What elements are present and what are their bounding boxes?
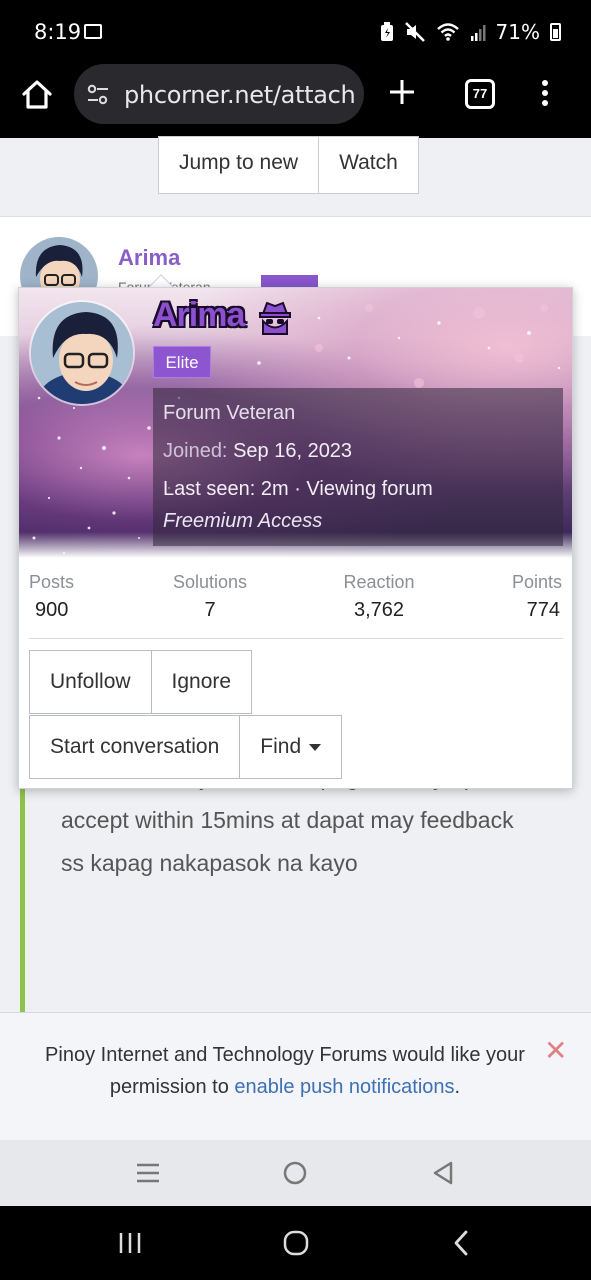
stat-label: Posts bbox=[29, 572, 75, 592]
more-menu-icon[interactable] bbox=[542, 76, 548, 110]
stat-value: 7 bbox=[204, 599, 216, 621]
joined-date: Sep 16, 2023 bbox=[233, 440, 353, 462]
stat-value: 3,762 bbox=[353, 599, 405, 621]
signal-icon bbox=[470, 25, 486, 41]
tabs-icon[interactable]: 77 bbox=[465, 79, 495, 109]
address-bar[interactable]: phcorner.net/attachr bbox=[74, 64, 364, 124]
contact-actions: Start conversation Find bbox=[29, 715, 343, 779]
joined-row: Joined: Sep 16, 2023 bbox=[163, 440, 352, 463]
stat-label: Solutions bbox=[172, 572, 248, 592]
incognito-icon bbox=[259, 301, 291, 335]
wifi-icon bbox=[436, 23, 459, 41]
image-icon bbox=[84, 24, 102, 39]
member-info-box: Forum Veteran Joined: Sep 16, 2023 Last … bbox=[153, 388, 563, 546]
member-card: Arima Elite Forum Veteran Joined: Sep 16… bbox=[18, 287, 573, 789]
member-avatar[interactable] bbox=[29, 300, 135, 406]
battery-percent: 71% bbox=[495, 20, 540, 44]
last-seen-label: Last seen: bbox=[163, 478, 256, 500]
ignore-button[interactable]: Ignore bbox=[151, 650, 253, 714]
chevron-down-icon bbox=[309, 743, 322, 751]
close-icon[interactable]: ✕ bbox=[544, 1037, 567, 1065]
screen: 8:19 71% phcorner.net/attachr 77 Jump to… bbox=[0, 0, 591, 1280]
profile-banner: Arima Elite Forum Veteran Joined: Sep 16… bbox=[19, 288, 572, 558]
member-title: Forum Veteran bbox=[163, 402, 296, 424]
site-settings-icon[interactable] bbox=[86, 84, 110, 106]
watch-button[interactable]: Watch bbox=[318, 137, 418, 193]
post-author-name[interactable]: Arima bbox=[118, 245, 180, 271]
stat-label: Points bbox=[511, 572, 562, 592]
home-button-icon[interactable] bbox=[283, 1230, 309, 1256]
notice-text-after: . bbox=[454, 1076, 461, 1098]
unfollow-button[interactable]: Unfollow bbox=[29, 650, 152, 714]
follow-actions: Unfollow Ignore bbox=[29, 650, 253, 714]
jump-to-new-button[interactable]: Jump to new bbox=[159, 137, 318, 193]
back-triangle-icon[interactable] bbox=[432, 1161, 454, 1185]
hamburger-menu-icon[interactable] bbox=[136, 1162, 160, 1184]
member-stats: Posts 900 Solutions 7 Reaction 3,762 Poi… bbox=[19, 572, 572, 634]
browser-toolbar: phcorner.net/attachr 77 bbox=[0, 62, 591, 138]
stat-value: 774 bbox=[526, 599, 560, 621]
stat-solutions[interactable]: Solutions 7 bbox=[167, 572, 253, 622]
mute-icon bbox=[404, 22, 425, 42]
battery-icon bbox=[550, 23, 561, 41]
status-bar: 8:19 71% bbox=[0, 0, 591, 62]
enable-push-link[interactable]: enable push notifications bbox=[234, 1076, 454, 1098]
new-tab-icon[interactable] bbox=[388, 74, 416, 112]
stat-reaction[interactable]: Reaction 3,762 bbox=[329, 572, 429, 622]
back-icon[interactable] bbox=[452, 1230, 470, 1256]
member-name[interactable]: Arima bbox=[153, 296, 245, 335]
status-indicators: 71% bbox=[380, 20, 561, 44]
circle-home-icon[interactable] bbox=[283, 1161, 307, 1185]
stat-label: Reaction bbox=[343, 572, 415, 592]
app-nav-bar bbox=[0, 1140, 591, 1206]
elite-badge: Elite bbox=[153, 346, 211, 378]
system-nav-bar bbox=[0, 1206, 591, 1280]
start-conversation-button[interactable]: Start conversation bbox=[29, 715, 241, 779]
thread-actions: Jump to new Watch bbox=[158, 136, 419, 194]
joined-label: Joined: bbox=[163, 440, 228, 462]
divider bbox=[29, 638, 563, 639]
find-button[interactable]: Find bbox=[240, 715, 343, 779]
stat-posts[interactable]: Posts 900 bbox=[29, 572, 74, 622]
status-time: 8:19 bbox=[34, 20, 82, 44]
stat-points[interactable]: Points 774 bbox=[512, 572, 562, 622]
notification-message: Pinoy Internet and Technology Forums wou… bbox=[30, 1039, 540, 1103]
recent-apps-icon[interactable] bbox=[118, 1231, 142, 1255]
last-seen-value[interactable]: 2m · Viewing forum bbox=[261, 478, 433, 500]
find-label: Find bbox=[260, 735, 302, 758]
stat-value: 900 bbox=[35, 599, 69, 621]
push-notification-banner: Pinoy Internet and Technology Forums wou… bbox=[0, 1012, 591, 1140]
battery-saver-icon bbox=[380, 22, 393, 41]
url-text[interactable]: phcorner.net/attachr bbox=[124, 81, 354, 109]
access-level: Freemium Access bbox=[163, 510, 323, 532]
home-icon[interactable] bbox=[20, 78, 54, 112]
last-seen-row: Last seen: 2m · Viewing forum bbox=[163, 478, 433, 501]
